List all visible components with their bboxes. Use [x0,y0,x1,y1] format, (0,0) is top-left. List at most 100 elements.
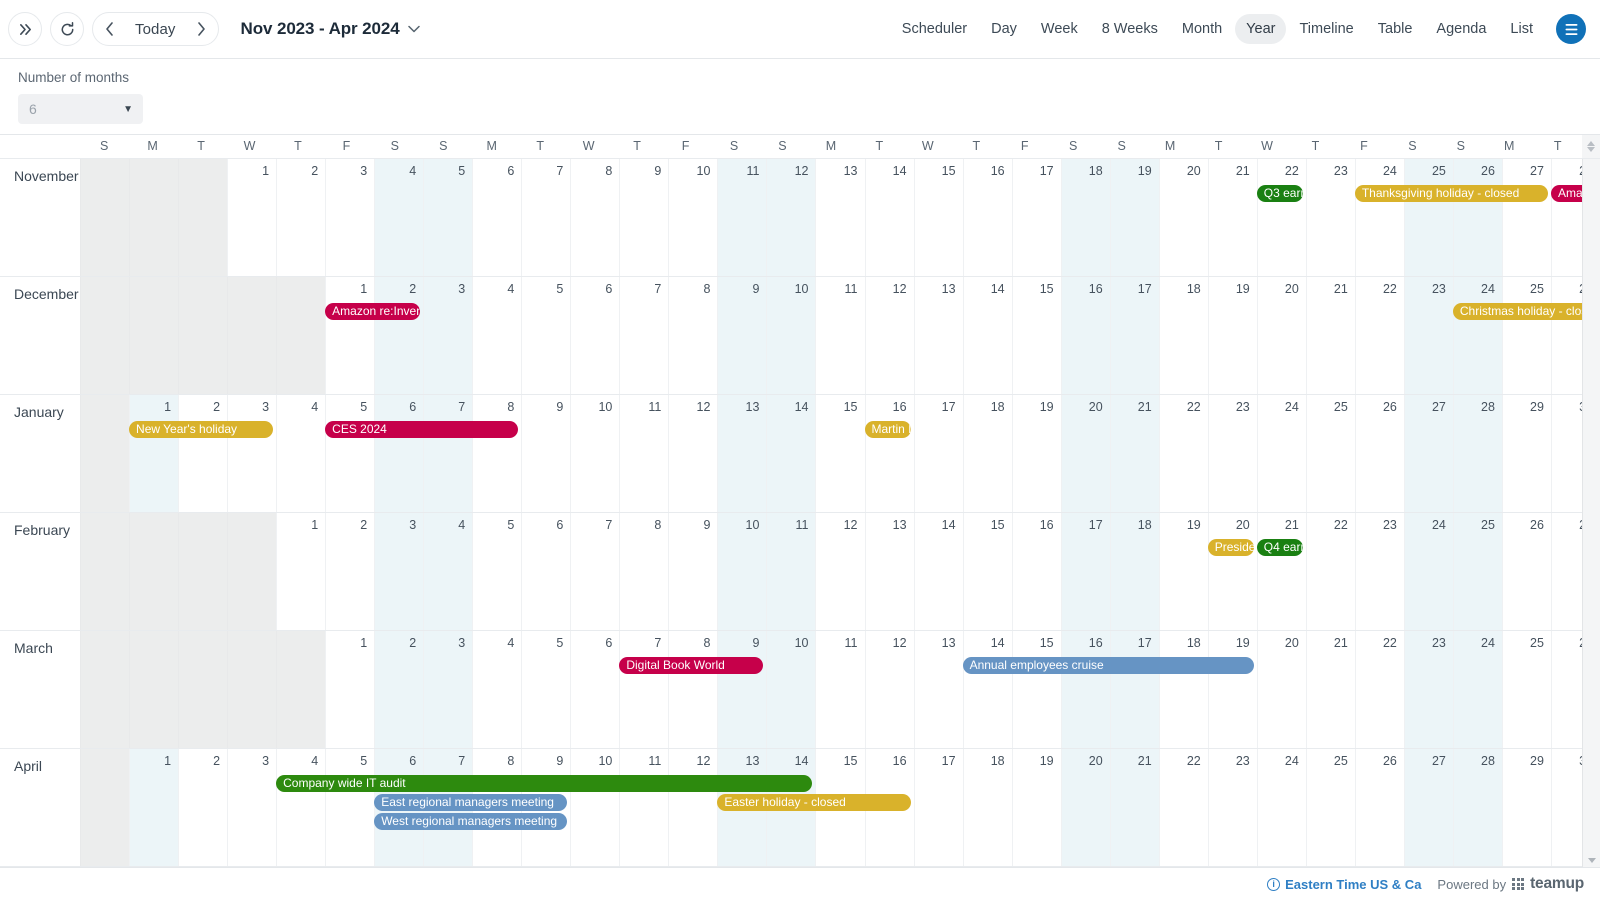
today-button[interactable]: Today [125,21,186,38]
day-number: 24 [1481,636,1495,650]
view-tab-day[interactable]: Day [980,14,1028,44]
day-number: 2 [213,754,221,768]
calendar-event[interactable]: Q3 earnings [1256,185,1303,202]
month-label-january: January [0,395,80,512]
view-tab-week[interactable]: Week [1030,14,1089,44]
day-number: 21 [1284,518,1299,532]
view-tab-agenda[interactable]: Agenda [1425,14,1497,44]
day-number: 23 [1333,164,1348,178]
view-tab-list[interactable]: List [1499,14,1544,44]
weekday-label-28: S [1456,139,1466,153]
view-tab-table[interactable]: Table [1367,14,1424,44]
day-number: 1 [360,636,368,650]
month-row: November 1 2 3 4 5 6 7 8 9 10 11 12 13 14 15 16 17 18 19 20 2… [0,159,1600,277]
days-area: 1 2 3 4 5 6 7 8 9 10 11 12 13 14 15 16 17 18 19 20 21 22 23 24 2… [80,395,1600,512]
day-number: 6 [605,636,613,650]
main-menu-button[interactable] [1556,14,1586,44]
calendar-event[interactable]: West regional managers meeting [374,813,568,830]
day-number: 13 [941,636,956,650]
weekday-label-11: T [633,139,642,153]
weekday-label-1: M [147,139,158,153]
day-number: 16 [990,164,1005,178]
day-number: 4 [409,164,417,178]
day-number: 28 [1481,754,1495,768]
day-number: 18 [1186,282,1201,296]
day-number: 3 [262,400,270,414]
day-number: 24 [1284,754,1299,768]
teamup-year-view: Today Nov 2023 - Apr 2024 Scheduler Day We… [0,0,1600,900]
calendar-event[interactable]: Christmas holiday - closed [1452,303,1597,320]
day-number: 18 [1137,518,1152,532]
day-number: 20 [1088,754,1103,768]
view-tab-year[interactable]: Year [1235,14,1287,44]
calendar-event[interactable]: CES 2024 [325,421,519,438]
date-range-title[interactable]: Nov 2023 - Apr 2024 [241,19,420,39]
calendar-event[interactable]: Presidents' Day [1207,539,1254,556]
day-number: 23 [1235,754,1250,768]
chevron-double-right-icon [19,23,31,35]
month-row: January 1 2 3 4 5 6 7 8 9 10 11 12 13 14 15 16 17 18 19 20 21… [0,395,1600,513]
calendar-event[interactable]: Q4 earnings [1256,539,1303,556]
view-tab-month[interactable]: Month [1171,14,1233,44]
day-number: 8 [703,636,711,650]
refresh-button[interactable] [50,12,84,46]
day-number: 24 [1284,400,1299,414]
day-number: 21 [1137,754,1152,768]
calendar-event[interactable]: Digital Book World [619,657,764,674]
day-number: 24 [1431,518,1446,532]
view-tab-scheduler[interactable]: Scheduler [891,14,978,44]
calendar-event[interactable]: New Year's holiday [129,421,274,438]
timezone-link[interactable]: i Eastern Time US & Ca [1267,877,1421,892]
day-number: 17 [1137,282,1152,296]
day-number: 6 [409,754,417,768]
day-number: 26 [1382,400,1397,414]
days-area: 1 2 3 4 5 6 7 8 9 10 11 12 13 14 15 16 17 18 19 20 21 22 23 24 2… [80,631,1600,748]
toolbar-left-controls: Today Nov 2023 - Apr 2024 [8,12,420,46]
number-of-months-select[interactable]: 6 ▼ [18,94,143,124]
day-number: 18 [990,400,1005,414]
day-number: 2 [409,282,417,296]
day-number: 1 [164,754,172,768]
day-number: 5 [458,164,466,178]
vertical-scrollbar[interactable] [1582,135,1600,867]
day-number: 10 [598,400,613,414]
day-number: 14 [794,400,809,414]
day-number: 10 [598,754,613,768]
calendar-event[interactable]: East regional managers meeting [374,794,568,811]
day-number: 8 [507,754,515,768]
day-number: 17 [1088,518,1103,532]
calendar-event[interactable]: Company wide IT audit [276,775,813,792]
view-tab-timeline[interactable]: Timeline [1288,14,1364,44]
day-number: 22 [1186,400,1201,414]
day-number: 4 [507,282,515,296]
expand-sidebar-button[interactable] [8,12,42,46]
day-number: 3 [458,282,466,296]
calendar-event[interactable]: Annual employees cruise [962,657,1254,674]
view-tab-8-weeks[interactable]: 8 Weeks [1091,14,1169,44]
calendar-event[interactable]: Thanksgiving holiday - closed [1354,185,1548,202]
events-layer: Q3 earnings Thanksgiving holiday - closed… [80,185,1600,276]
weekday-label-17: W [921,139,934,153]
day-number: 12 [843,518,858,532]
day-number: 8 [507,400,515,414]
day-number: 5 [507,518,515,532]
calendar-event[interactable]: Amazon re:Invent [325,303,421,320]
day-number: 9 [556,400,564,414]
calendar-event[interactable]: Martin Luther King Jr. Day [864,421,911,438]
view-tabs: Scheduler Day Week 8 Weeks Month Year Timeline… [891,14,1586,44]
day-number: 16 [1088,282,1103,296]
next-period-button[interactable] [186,13,218,45]
weekday-label-14: S [778,139,787,153]
scroll-stepper-header[interactable] [1582,135,1600,158]
day-number: 22 [1186,754,1201,768]
previous-period-button[interactable] [93,13,125,45]
day-number: 11 [648,400,662,414]
day-number: 10 [794,282,809,296]
day-number: 13 [745,754,760,768]
day-number: 26 [1481,164,1495,178]
calendar-event[interactable]: Easter holiday - closed [717,794,911,811]
day-number: 10 [745,518,760,532]
month-label-december: December [0,277,80,394]
day-number: 11 [844,282,858,296]
scrollbar-down-icon[interactable] [1587,858,1596,863]
